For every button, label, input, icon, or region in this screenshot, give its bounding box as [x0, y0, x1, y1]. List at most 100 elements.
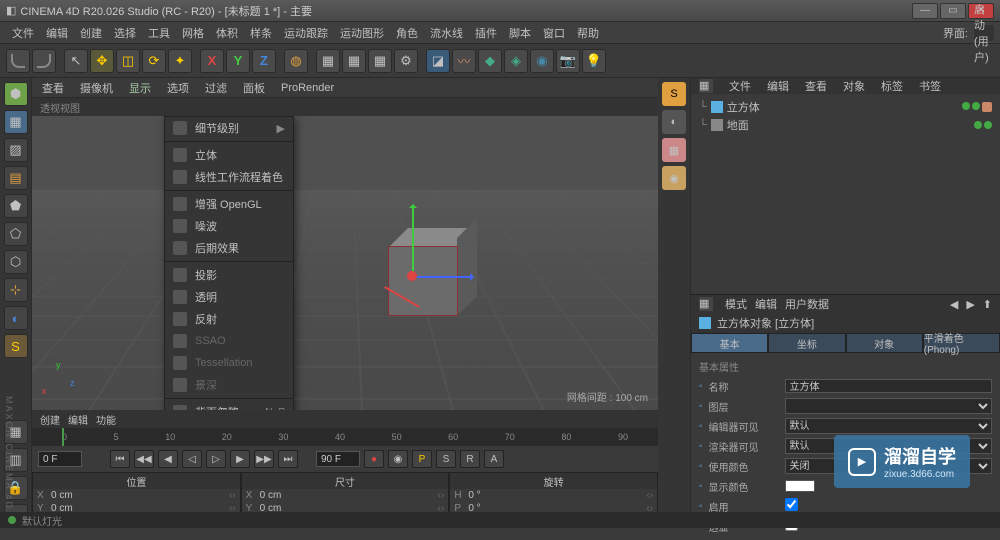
am-mode[interactable]: 模式 [725, 296, 747, 312]
menu-item-投影[interactable]: 投影 [165, 264, 293, 286]
menu-item-增强-OpenGL[interactable]: 增强 OpenGL [165, 193, 293, 215]
prev-key[interactable]: ◀◀ [134, 450, 154, 468]
quick-snap[interactable]: S [662, 82, 686, 106]
frame-end[interactable] [316, 451, 360, 467]
move-tool[interactable]: ✥ [90, 49, 114, 73]
menu-item-背面忽略[interactable]: 背面忽略N~P [165, 401, 293, 410]
y-axis-lock[interactable]: Y [226, 49, 250, 73]
add-deformer[interactable]: ◈ [504, 49, 528, 73]
goto-start[interactable]: ⏮ [110, 450, 130, 468]
next-key[interactable]: ▶▶ [254, 450, 274, 468]
rotate-tool[interactable]: ⟳ [142, 49, 166, 73]
attr-select[interactable] [785, 398, 992, 414]
goto-end[interactable]: ⏭ [278, 450, 298, 468]
menu-motiontrack[interactable]: 运动跟踪 [278, 25, 334, 41]
add-spline[interactable]: 〰 [452, 49, 476, 73]
model-mode[interactable]: ▦ [4, 110, 28, 134]
object-tree[interactable]: └ 立方体 └ 地面 [691, 94, 1000, 294]
om-tags[interactable]: 标签 [877, 78, 907, 94]
timeline-ruler[interactable]: 05102030405060708090 [32, 428, 658, 446]
quick-soft[interactable]: ◐ [662, 110, 686, 134]
next-frame[interactable]: ▶ [230, 450, 250, 468]
edge-mode[interactable]: ⬠ [4, 222, 28, 246]
menu-edit[interactable]: 编辑 [40, 25, 74, 41]
am-userdata[interactable]: 用户数据 [785, 296, 829, 312]
coord-row[interactable]: X0 cm‹› [242, 489, 449, 502]
record-key[interactable]: ● [364, 450, 384, 468]
recent-tool[interactable]: ✦ [168, 49, 192, 73]
menu-plugins[interactable]: 插件 [469, 25, 503, 41]
menu-item-线性工作流程着色[interactable]: 线性工作流程着色 [165, 166, 293, 188]
am-up[interactable]: ⬆ [983, 298, 992, 311]
mat-func[interactable]: 功能 [96, 412, 116, 427]
quick-mat[interactable]: ◉ [662, 166, 686, 190]
add-generator[interactable]: ◆ [478, 49, 502, 73]
om-view[interactable]: 查看 [801, 78, 831, 94]
subtab-object[interactable]: 对象 [846, 333, 923, 353]
layout-selector[interactable]: 启动 (用户) [974, 25, 994, 41]
menu-window[interactable]: 窗口 [537, 25, 571, 41]
coord-system[interactable]: ◍ [284, 49, 308, 73]
maximize-button[interactable]: ▭ [940, 3, 966, 19]
menu-create[interactable]: 创建 [74, 25, 108, 41]
vp-display[interactable]: 显示 [125, 80, 155, 96]
attr-color-swatch[interactable] [785, 480, 815, 492]
menu-mesh[interactable]: 网格 [176, 25, 210, 41]
am-back[interactable]: ◀ [950, 298, 958, 311]
gizmo-x-axis[interactable] [412, 276, 472, 278]
add-cube[interactable]: ◪ [426, 49, 450, 73]
coord-row[interactable]: H0 °‹› [450, 489, 657, 502]
point-mode[interactable]: ⬟ [4, 194, 28, 218]
autokey[interactable]: ◉ [388, 450, 408, 468]
undo-button[interactable] [6, 49, 30, 73]
vp-filter[interactable]: 过滤 [201, 80, 231, 96]
key-param[interactable]: A [484, 450, 504, 468]
render-region[interactable]: ▦ [342, 49, 366, 73]
subtab-coord[interactable]: 坐标 [768, 333, 845, 353]
z-axis-lock[interactable]: Z [252, 49, 276, 73]
texture-mode[interactable]: ▨ [4, 138, 28, 162]
attr-select[interactable]: 默认 [785, 418, 992, 434]
menu-item-透明[interactable]: 透明 [165, 286, 293, 308]
menu-character[interactable]: 角色 [390, 25, 424, 41]
om-objects[interactable]: 对象 [839, 78, 869, 94]
vp-view[interactable]: 查看 [38, 80, 68, 96]
om-bookmarks[interactable]: 书签 [915, 78, 945, 94]
om-icon[interactable]: ▦ [699, 79, 713, 93]
viewport-3d[interactable]: y z x 网格间距 : 100 cm 细节级别▶立体线性工作流程着色增强 Op… [32, 116, 658, 410]
select-tool[interactable]: ↖ [64, 49, 88, 73]
menu-help[interactable]: 帮助 [571, 25, 605, 41]
cube-object[interactable] [388, 246, 458, 316]
tweak-mode[interactable]: ◐ [4, 306, 28, 330]
key-scale[interactable]: S [436, 450, 456, 468]
scale-tool[interactable]: ◫ [116, 49, 140, 73]
attr-checkbox[interactable] [785, 498, 798, 511]
menu-item-细节级别[interactable]: 细节级别▶ [165, 117, 293, 139]
key-rot[interactable]: R [460, 450, 480, 468]
timeline-playhead[interactable] [62, 428, 64, 446]
menu-item-后期效果[interactable]: 后期效果 [165, 237, 293, 259]
render-pv[interactable]: ▦ [368, 49, 392, 73]
vp-panel[interactable]: 面板 [239, 80, 269, 96]
x-axis-lock[interactable]: X [200, 49, 224, 73]
workplane-mode[interactable]: ▤ [4, 166, 28, 190]
coord-row[interactable]: X0 cm‹› [33, 489, 240, 502]
vp-prorender[interactable]: ProRender [277, 82, 338, 94]
menu-mograph[interactable]: 运动图形 [334, 25, 390, 41]
subtab-basic[interactable]: 基本 [691, 333, 768, 353]
redo-button[interactable] [32, 49, 56, 73]
gizmo-y-axis[interactable] [412, 206, 414, 276]
mat-edit[interactable]: 编辑 [68, 412, 88, 427]
minimize-button[interactable]: — [912, 3, 938, 19]
quick-grid[interactable]: ▦ [662, 138, 686, 162]
menu-script[interactable]: 脚本 [503, 25, 537, 41]
vp-camera[interactable]: 摄像机 [76, 80, 117, 96]
subtab-phong[interactable]: 平滑着色(Phong) [923, 333, 1000, 353]
play-forward[interactable]: ▷ [206, 450, 226, 468]
axis-mode[interactable]: ⊹ [4, 278, 28, 302]
add-camera[interactable]: 📷 [556, 49, 580, 73]
menu-select[interactable]: 选择 [108, 25, 142, 41]
menu-tools[interactable]: 工具 [142, 25, 176, 41]
attr-input[interactable] [785, 379, 992, 393]
render-settings[interactable]: ⚙ [394, 49, 418, 73]
